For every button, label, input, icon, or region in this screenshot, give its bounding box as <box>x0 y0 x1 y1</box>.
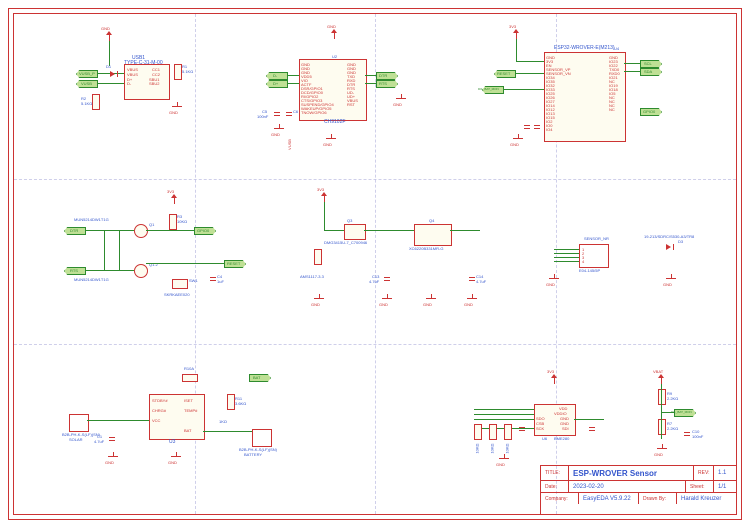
q2-transistor <box>134 264 148 278</box>
pwr-3v3-icon <box>549 374 559 384</box>
schematic-sheet: USB1 TYPE-C-31-M-00 VBUS VBUS D+ D- CC1 … <box>8 8 742 520</box>
q1-transistor <box>134 224 148 238</box>
res-r14 <box>314 249 322 265</box>
gnd-icon <box>655 444 669 452</box>
gnd-icon <box>170 102 184 110</box>
res-r10 <box>182 374 198 382</box>
cap-c13 <box>384 274 390 284</box>
cap-c12 <box>589 424 595 434</box>
cap-c5 <box>274 109 280 119</box>
company-value: EasyEDA V5.9.22 <box>583 496 631 502</box>
cap-c11 <box>519 424 525 434</box>
q3-mosfet <box>344 224 366 240</box>
pwr-vbat-icon <box>656 374 666 384</box>
res-r11 <box>227 394 235 410</box>
gnd-icon <box>272 124 286 132</box>
title-value: ESP-WROVER Sensor <box>573 469 657 478</box>
cap-c14 <box>469 274 475 284</box>
title-block: TITLE: ESP-WROVER Sensor REV: 1.1 Date: … <box>540 465 736 514</box>
esp32-name: ESP32-WROVER-E(M213) <box>554 46 615 51</box>
cap-c7 <box>524 122 530 132</box>
power-gnd-icon <box>104 31 114 41</box>
title-key: TITLE: <box>545 470 560 476</box>
gnd-icon <box>312 294 326 302</box>
rev-value: 1.1 <box>718 470 726 476</box>
cap-c6 <box>286 109 292 119</box>
pwr-3v3-icon <box>511 29 521 39</box>
ch9102-name: CH9102F <box>324 120 345 125</box>
resistor-r1 <box>174 64 182 80</box>
date-value: 2023-02-20 <box>573 484 604 490</box>
gnd-icon <box>664 274 678 282</box>
pwr-icon <box>329 29 339 39</box>
gnd-icon <box>424 294 438 302</box>
res-r12 <box>474 424 482 440</box>
res-rx <box>504 424 512 440</box>
pwr-3v3-icon <box>319 192 329 202</box>
res-r5 <box>489 424 497 440</box>
sw1-button <box>172 279 188 289</box>
drawn-value: Harald Kreuzer <box>681 496 721 502</box>
res-r9 <box>658 389 666 405</box>
resistor-r2 <box>92 94 100 110</box>
gnd-icon <box>169 452 183 460</box>
diode-d1 <box>110 71 118 77</box>
gnd-icon <box>497 454 511 462</box>
sheet-value: 1/1 <box>718 484 726 490</box>
cap-c1 <box>109 434 115 444</box>
inner-frame: USB1 TYPE-C-31-M-00 VBUS VBUS D+ D- CC1 … <box>13 13 737 515</box>
solar-conn <box>69 414 89 432</box>
res-r3 <box>169 214 177 230</box>
ldo2-symbol <box>414 224 452 246</box>
usb-type: TYPE-C-31-M-00 <box>124 61 163 66</box>
cap-c4 <box>210 274 216 284</box>
company-key: Company: <box>545 496 568 502</box>
gnd-icon <box>394 94 408 102</box>
pwr-3v3-icon <box>169 194 179 204</box>
rev-key: REV: <box>698 470 709 476</box>
gnd-icon <box>465 294 479 302</box>
gnd-icon <box>106 452 120 460</box>
res-r7 <box>658 419 666 435</box>
sheet-key: Sheet: <box>690 484 704 490</box>
battery-conn <box>252 429 272 447</box>
gnd-icon <box>324 134 338 142</box>
cap-c8 <box>534 122 540 132</box>
drawn-key: Drawn By: <box>643 496 666 502</box>
cap-c10 <box>684 429 690 439</box>
date-key: Date: <box>545 484 557 490</box>
led-d3 <box>666 244 674 250</box>
gnd-icon <box>511 134 525 142</box>
gnd-icon <box>380 294 394 302</box>
gnd-icon <box>547 274 561 282</box>
